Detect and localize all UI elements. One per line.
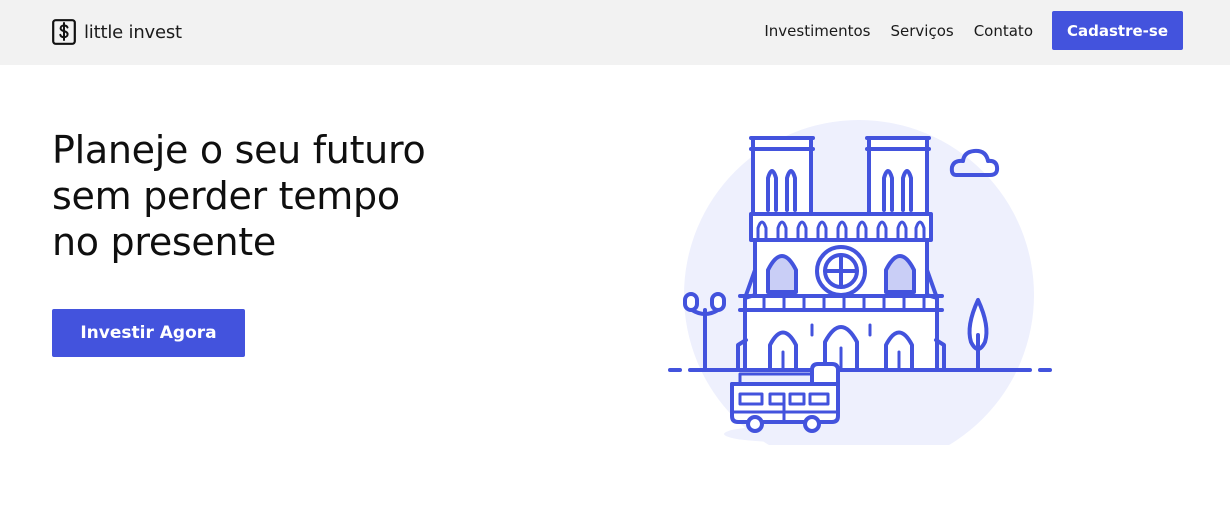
- nav-link-servicos[interactable]: Serviços: [891, 22, 954, 40]
- signup-button[interactable]: Cadastre-se: [1052, 11, 1183, 50]
- hero-title-line-1: Planeje o seu futuro: [52, 128, 426, 172]
- invest-now-button[interactable]: Investir Agora: [52, 309, 245, 357]
- cathedral-illustration: [668, 120, 1052, 445]
- main-nav: Investimentos Serviços Contato Cadastre-…: [764, 11, 1183, 50]
- bus-icon: [730, 362, 840, 433]
- bus-shadow: [724, 426, 844, 442]
- logo-text: little invest: [84, 21, 182, 43]
- site-header: little invest Investimentos Serviços Con…: [0, 0, 1230, 65]
- dollar-box-icon: [52, 19, 76, 45]
- hero-title: Planeje o seu futuro sem perder tempo no…: [52, 127, 502, 265]
- nav-link-contato[interactable]: Contato: [974, 22, 1033, 40]
- hero-title-line-3: no presente: [52, 220, 276, 264]
- logo[interactable]: little invest: [52, 18, 182, 46]
- hero-title-line-2: sem perder tempo: [52, 174, 400, 218]
- nav-link-investimentos[interactable]: Investimentos: [764, 22, 870, 40]
